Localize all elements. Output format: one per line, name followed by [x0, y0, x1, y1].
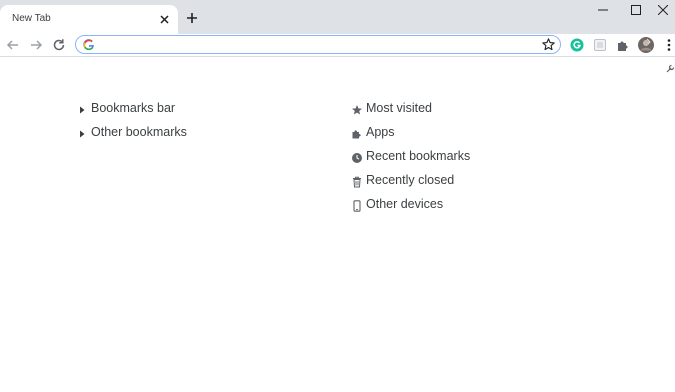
back-icon[interactable]	[4, 36, 22, 54]
reload-icon[interactable]	[50, 36, 68, 54]
item-label: Most visited	[366, 101, 432, 115]
close-tab-icon[interactable]	[157, 12, 172, 27]
item-label: Recently closed	[366, 173, 455, 187]
most-visited-item[interactable]: Most visited	[351, 101, 451, 119]
item-label: Recent bookmarks	[366, 149, 471, 163]
wrench-icon[interactable]	[666, 60, 675, 73]
new-tab-button[interactable]	[183, 9, 201, 27]
tab-title: New Tab	[12, 13, 51, 24]
item-label: Apps	[366, 125, 395, 139]
apps-item[interactable]: Apps	[351, 125, 411, 143]
google-icon	[83, 38, 95, 51]
extension-icon[interactable]	[591, 36, 609, 54]
puzzle-icon	[351, 127, 363, 139]
tab-new-tab[interactable]: New Tab	[0, 5, 178, 34]
bookmark-folder-other-bookmarks[interactable]: Other bookmarks	[77, 125, 207, 143]
triangle-right-icon	[77, 127, 89, 139]
extensions-puzzle-icon[interactable]	[614, 36, 632, 54]
close-window-button[interactable]	[652, 0, 675, 20]
more-menu-icon[interactable]	[660, 36, 675, 54]
maximize-button[interactable]	[619, 0, 653, 20]
bookmark-folder-label: Bookmarks bar	[91, 101, 176, 115]
recently-closed-item[interactable]: Recently closed	[351, 173, 466, 191]
other-devices-item[interactable]: Other devices	[351, 197, 451, 215]
bookmark-folder-bookmarks-bar[interactable]: Bookmarks bar	[77, 101, 197, 119]
recent-bookmarks-item[interactable]: Recent bookmarks	[351, 149, 481, 167]
grammarly-icon[interactable]	[568, 36, 586, 54]
forward-icon[interactable]	[27, 36, 45, 54]
avatar[interactable]	[637, 36, 655, 54]
omnibox[interactable]	[75, 35, 561, 54]
clock-icon	[351, 151, 363, 163]
item-label: Other devices	[366, 197, 444, 211]
star-icon	[351, 103, 363, 115]
bookmark-star-icon[interactable]	[541, 37, 556, 52]
tab-strip: New Tab	[0, 0, 675, 34]
trash-icon	[351, 175, 363, 188]
bookmark-folder-label: Other bookmarks	[91, 125, 187, 139]
triangle-right-icon	[77, 103, 89, 115]
minimize-button[interactable]	[586, 0, 620, 20]
phone-icon	[351, 199, 363, 212]
toolbar	[0, 34, 675, 57]
